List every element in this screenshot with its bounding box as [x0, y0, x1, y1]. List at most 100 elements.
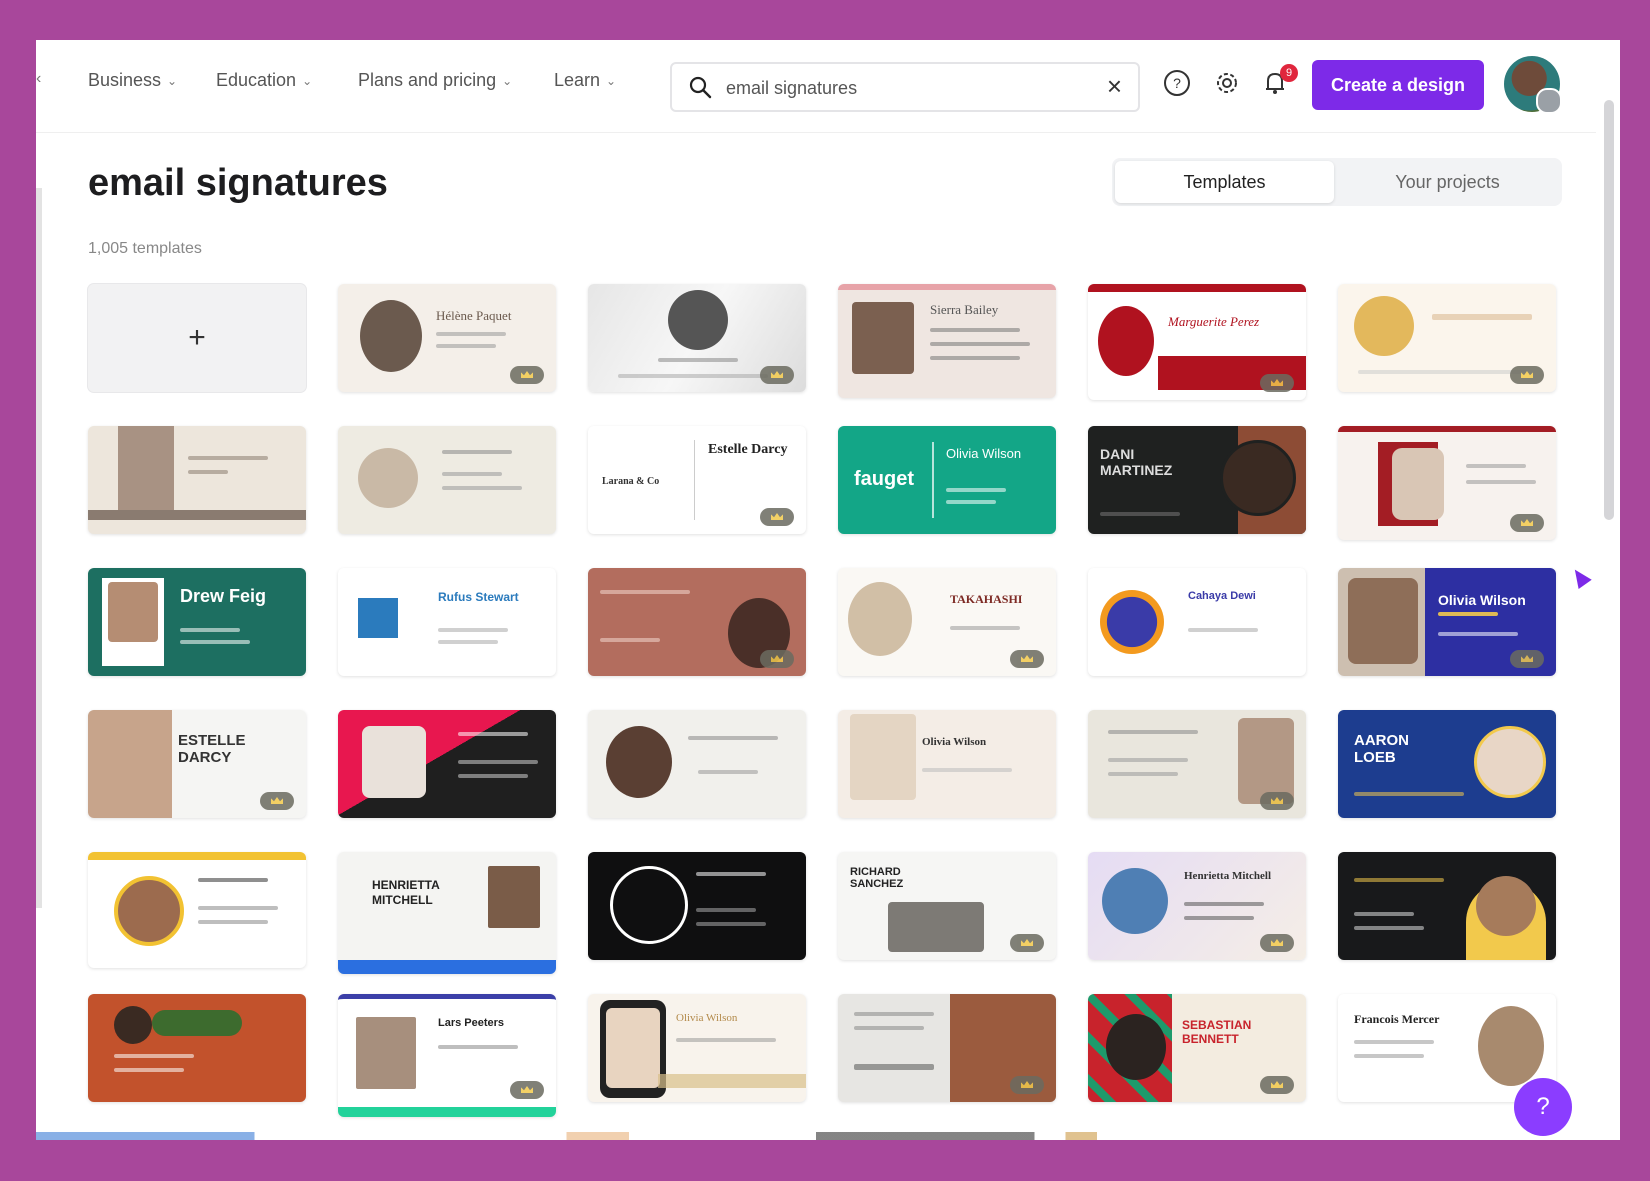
card-name-pill: [152, 1010, 242, 1036]
template-card[interactable]: TAKAHASHI: [838, 568, 1056, 676]
template-card[interactable]: Olivia Wilson: [588, 994, 806, 1102]
template-card[interactable]: [338, 710, 556, 818]
card-name: Drew Feig: [180, 586, 267, 606]
account-switch-icon: [1536, 88, 1562, 114]
portrait-image: [360, 300, 422, 372]
template-card[interactable]: [588, 284, 806, 392]
blank-template-card[interactable]: +: [88, 284, 306, 392]
template-card[interactable]: [88, 852, 306, 968]
template-count: 1,005 templates: [88, 240, 202, 257]
template-card[interactable]: Henrietta Mitchell: [1088, 852, 1306, 960]
card-detail-line: [618, 374, 768, 378]
template-card[interactable]: Marguerite Perez: [1088, 284, 1306, 400]
chevron-down-icon: ⌄: [606, 73, 617, 88]
premium-crown-icon: [1010, 650, 1044, 668]
search-input[interactable]: [724, 74, 1098, 102]
template-card[interactable]: ESTELLE DARCY: [88, 710, 306, 818]
premium-crown-icon: [1510, 366, 1544, 384]
template-card[interactable]: [1088, 710, 1306, 818]
gear-icon[interactable]: [1212, 68, 1242, 98]
card-detail-line: [436, 344, 496, 348]
portrait-image: [1474, 726, 1546, 798]
card-name: Francois Mercer: [1354, 1012, 1440, 1026]
card-detail-line: [188, 470, 228, 474]
template-card[interactable]: [838, 994, 1056, 1102]
card-detail-line: [930, 342, 1030, 346]
premium-crown-icon: [1510, 514, 1544, 532]
card-detail-line: [1354, 878, 1444, 882]
template-card[interactable]: Lars Peeters: [338, 994, 556, 1117]
template-card[interactable]: AARON LOEB: [1338, 710, 1556, 818]
template-card[interactable]: DANI MARTINEZ: [1088, 426, 1306, 534]
card-detail-line: [436, 332, 506, 336]
card-detail-line: [114, 1068, 184, 1072]
template-card[interactable]: Larana & Co Estelle Darcy: [588, 426, 806, 534]
template-card[interactable]: RICHARD SANCHEZ: [838, 852, 1056, 960]
portrait-image: [848, 582, 912, 656]
template-card[interactable]: Sierra Bailey: [838, 284, 1056, 398]
card-detail-line: [1100, 512, 1180, 516]
portrait-image: [362, 726, 426, 798]
card-logo: fauget: [854, 468, 914, 490]
template-card[interactable]: [588, 852, 806, 960]
portrait-image: [1102, 868, 1168, 934]
card-footer-bar: [658, 1074, 806, 1088]
premium-crown-icon: [1260, 934, 1294, 952]
avatar[interactable]: [1504, 56, 1562, 114]
create-design-button[interactable]: Create a design: [1312, 60, 1484, 110]
template-card[interactable]: SEBASTIAN BENNETT: [1088, 994, 1306, 1102]
premium-crown-icon: [1510, 650, 1544, 668]
card-detail-line: [698, 770, 758, 774]
template-card[interactable]: Hélène Paquet: [338, 284, 556, 392]
close-icon[interactable]: ×: [1107, 73, 1122, 99]
template-card[interactable]: [88, 994, 306, 1102]
template-card[interactable]: [588, 568, 806, 676]
premium-crown-icon: [1260, 374, 1294, 392]
card-detail-line: [438, 628, 508, 632]
premium-crown-icon: [510, 1081, 544, 1099]
card-detail-line: [458, 732, 528, 736]
card-detail-line: [1108, 772, 1178, 776]
page-title: email signatures: [88, 162, 388, 204]
scrollbar[interactable]: [1604, 100, 1614, 520]
nav-business[interactable]: Business ⌄: [88, 70, 177, 91]
portrait-image: [1348, 578, 1418, 664]
template-card[interactable]: Drew Feig: [88, 568, 306, 676]
nav-plans-pricing[interactable]: Plans and pricing ⌄: [358, 70, 512, 91]
template-card[interactable]: [1338, 852, 1556, 960]
tab-your-projects[interactable]: Your projects: [1338, 161, 1557, 203]
card-detail-line: [1466, 464, 1526, 468]
nav-learn-label: Learn: [554, 70, 601, 90]
nav-learn[interactable]: Learn ⌄: [554, 70, 616, 91]
template-card[interactable]: Cahaya Dewi: [1088, 568, 1306, 676]
nav-education[interactable]: Education ⌄: [216, 70, 312, 91]
tab-templates[interactable]: Templates: [1115, 161, 1334, 203]
help-button[interactable]: ?: [1514, 1078, 1572, 1136]
template-card[interactable]: [588, 710, 806, 818]
chevron-left-icon[interactable]: ‹: [36, 70, 41, 88]
template-card[interactable]: [1338, 284, 1556, 392]
card-name: Cahaya Dewi: [1188, 590, 1256, 602]
card-detail-line: [442, 450, 512, 454]
template-card[interactable]: [1338, 426, 1556, 540]
portrait-image: [356, 1017, 416, 1089]
help-circle-icon[interactable]: ?: [1162, 68, 1192, 98]
premium-crown-icon: [1260, 1076, 1294, 1094]
template-card[interactable]: Rufus Stewart: [338, 568, 556, 676]
portrait-image: [108, 582, 158, 642]
card-name: TAKAHASHI: [950, 592, 1023, 606]
portrait-image: [1354, 296, 1414, 356]
premium-crown-icon: [1010, 1076, 1044, 1094]
template-card[interactable]: HENRIETTA MITCHELL: [338, 852, 556, 974]
card-detail-line: [198, 920, 268, 924]
template-card[interactable]: Olivia Wilson: [1338, 568, 1556, 676]
card-detail-line: [854, 1012, 934, 1016]
template-card[interactable]: [88, 426, 306, 534]
template-card[interactable]: fauget Olivia Wilson: [838, 426, 1056, 534]
card-name: Lars Peeters: [438, 1017, 505, 1029]
template-card[interactable]: [338, 426, 556, 534]
card-name: Rufus Stewart: [438, 590, 519, 604]
template-card[interactable]: Olivia Wilson: [838, 710, 1056, 818]
card-name: Henrietta Mitchell: [1184, 870, 1272, 882]
card-name: Estelle Darcy: [708, 442, 788, 457]
